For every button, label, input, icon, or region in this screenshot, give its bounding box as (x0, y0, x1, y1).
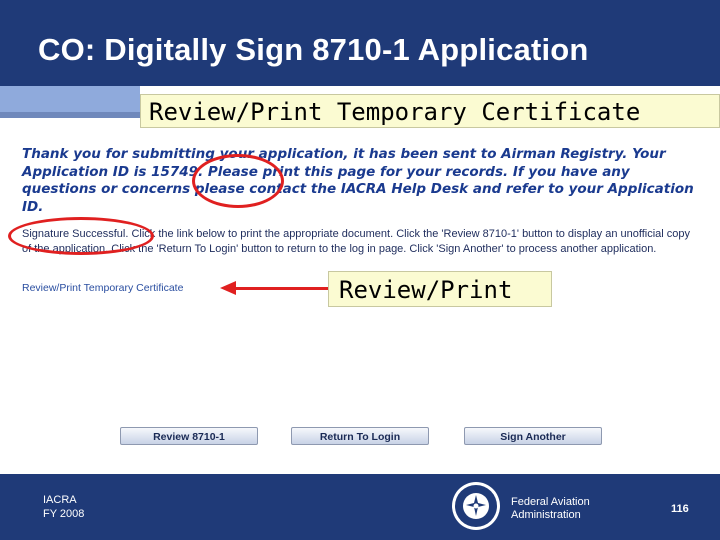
page-number: 116 (671, 503, 689, 515)
slide-footer (0, 474, 720, 540)
footer-agency-line2: Administration (511, 509, 581, 521)
confirmation-message: Thank you for submitting your applicatio… (22, 146, 694, 215)
subtitle-callout: Review/Print Temporary Certificate (140, 94, 720, 128)
footer-year: FY 2008 (43, 508, 85, 520)
footer-program: IACRA (43, 494, 77, 506)
footer-agency: Federal Aviation Administration (511, 496, 590, 522)
temporary-certificate-link[interactable]: Review/Print Temporary Certificate (22, 282, 183, 294)
accent-bar-shadow (0, 112, 140, 118)
footer-agency-line1: Federal Aviation (511, 496, 590, 508)
arrow-line (232, 287, 330, 290)
faa-seal-icon (452, 482, 500, 530)
review-8710-button[interactable]: Review 8710-1 (120, 427, 258, 445)
application-id-highlight-circle (192, 154, 284, 208)
return-to-login-button[interactable]: Return To Login (291, 427, 429, 445)
arrow-left-icon (220, 281, 236, 295)
footer-program-info: IACRA FY 2008 (43, 493, 84, 521)
review-print-callout: Review/Print (328, 271, 552, 307)
slide-title: CO: Digitally Sign 8710-1 Application (38, 32, 589, 67)
sign-another-button[interactable]: Sign Another (464, 427, 602, 445)
signature-successful-highlight-circle (8, 217, 154, 255)
